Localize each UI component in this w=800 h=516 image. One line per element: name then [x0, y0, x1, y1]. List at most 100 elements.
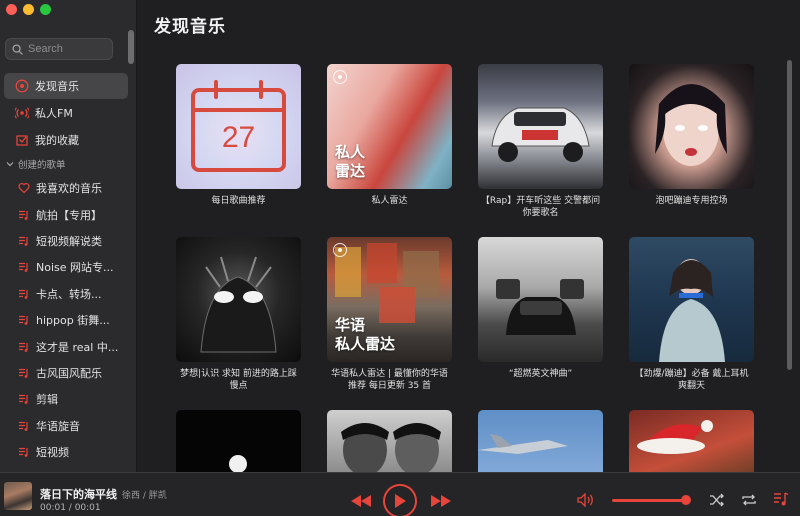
playlist-card[interactable] — [629, 410, 754, 472]
sidebar-scrollbar[interactable] — [128, 30, 134, 64]
sidebar-item-label: 发现音乐 — [35, 80, 79, 93]
minimize-window-button[interactable] — [23, 4, 34, 15]
radar-badge-icon — [333, 243, 347, 257]
playlist-item[interactable]: hippop 街舞... — [4, 307, 128, 333]
playlist-card[interactable]: “超燃英文神曲” — [478, 237, 603, 380]
playlist-card[interactable]: 梦想|认识 求知 前进的路上踩慢点 — [176, 237, 301, 392]
playlist-card-radar[interactable]: 私人 雷达 私人雷达 — [327, 64, 452, 207]
sidebar: 发现音乐 私人FM 我的收藏 创建的歌单 我喜欢的音乐 航拍【专用】 — [0, 0, 137, 472]
cover-image[interactable]: 27 — [176, 64, 301, 189]
shuffle-button[interactable] — [708, 491, 726, 509]
cover-image[interactable] — [629, 64, 754, 189]
previous-button[interactable] — [350, 491, 372, 511]
cover-image[interactable] — [629, 410, 754, 472]
play-button[interactable] — [383, 484, 417, 516]
search-input[interactable] — [28, 43, 108, 55]
sidebar-item-label: 私人FM — [35, 107, 73, 120]
playlist-label: 航拍【专用】 — [36, 208, 102, 222]
sidebar-nav: 发现音乐 私人FM 我的收藏 创建的歌单 我喜欢的音乐 航拍【专用】 短视频解说… — [4, 73, 128, 465]
sidebar-item-private-fm[interactable]: 私人FM — [4, 100, 128, 126]
cover-image[interactable] — [176, 237, 301, 362]
next-button[interactable] — [430, 491, 452, 511]
suv-illustration — [496, 279, 584, 335]
close-window-button[interactable] — [6, 4, 17, 15]
volume-slider-track[interactable] — [612, 499, 686, 502]
cover-image[interactable] — [478, 237, 603, 362]
playlist-label: 华语旋音 — [36, 419, 80, 433]
card-caption: 【Rap】开车听这些 交警都问你要歌名 — [480, 196, 601, 218]
playlist-card-chinese-radar[interactable]: 华语 私人雷达 华语私人雷达 | 最懂你的华语推荐 每日更新 35 首 — [327, 237, 452, 392]
cover-image[interactable] — [478, 64, 603, 189]
playlist-card[interactable]: 【Rap】开车听这些 交警都问你要歌名 — [478, 64, 603, 219]
playlist-icon — [18, 235, 30, 247]
section-title: 创建的歌单 — [18, 160, 66, 171]
cover-text: 华语 私人雷达 — [335, 316, 395, 354]
playlist-item[interactable]: 航拍【专用】 — [4, 201, 128, 227]
playlist-queue-icon — [774, 492, 789, 506]
playlist-card[interactable] — [327, 410, 452, 472]
cover-text-line: 华语 — [335, 316, 366, 334]
radio-icon — [15, 106, 29, 120]
playlist-card[interactable] — [176, 410, 301, 472]
card-caption: 每日歌曲推荐 — [211, 196, 266, 206]
card-caption: 泡吧蹦迪专用控场 — [655, 196, 728, 206]
album-art[interactable] — [4, 482, 32, 510]
search-box[interactable] — [5, 38, 113, 60]
zoom-window-button[interactable] — [40, 4, 51, 15]
cover-text: 私人 雷达 — [335, 143, 365, 181]
cover-image[interactable]: 私人 雷达 — [327, 64, 452, 189]
playlist-item[interactable]: 短视频 — [4, 439, 128, 465]
card-caption: “超燃英文神曲” — [508, 369, 573, 379]
card-caption: 私人雷达 — [371, 196, 408, 206]
jet-illustration — [478, 434, 568, 454]
sidebar-item-discover[interactable]: 发现音乐 — [4, 73, 128, 99]
playlist-card-daily[interactable]: 27 每日歌曲推荐 — [176, 64, 301, 207]
playlists-section-header[interactable]: 创建的歌单 — [4, 155, 128, 173]
volume-button[interactable] — [576, 490, 596, 510]
card-caption: 华语私人雷达 | 最懂你的华语推荐 每日更新 35 首 — [331, 369, 448, 391]
playlist-icon — [18, 288, 30, 300]
playlist-card[interactable]: 泡吧蹦迪专用控场 — [629, 64, 754, 207]
playlist-label: Noise 网站专... — [36, 261, 114, 275]
playlist-icon — [18, 446, 30, 458]
playlist-item[interactable]: 剪辑 — [4, 386, 128, 412]
main-content: 发现音乐 27 每日歌曲推荐 私人 雷达 私人雷达 【Rap】开车听这些 交警都… — [138, 0, 800, 472]
collection-icon — [15, 133, 29, 147]
playlist-item[interactable]: 古风国风配乐 — [4, 360, 128, 386]
playlist-item[interactable]: 短视频解说类 — [4, 228, 128, 254]
playlist-item[interactable]: 这才是 real 中... — [4, 333, 128, 359]
song-artist[interactable]: 徐西 / 胖凯 — [122, 488, 167, 501]
portrait-illustration — [655, 84, 727, 166]
playlist-label: 我喜欢的音乐 — [36, 182, 102, 196]
playlist-item[interactable]: 卡点、转场... — [4, 281, 128, 307]
playlist-item-liked[interactable]: 我喜欢的音乐 — [4, 175, 128, 201]
volume-slider-handle[interactable] — [681, 495, 691, 505]
playlist-item[interactable]: 华语旋音 — [4, 413, 128, 439]
cover-image[interactable] — [327, 410, 452, 472]
playlist-label: 古风国风配乐 — [36, 366, 102, 380]
sidebar-item-collection[interactable]: 我的收藏 — [4, 127, 128, 153]
playlist-label: 短视频解说类 — [36, 234, 102, 248]
cover-image[interactable] — [176, 410, 301, 472]
chevron-down-icon — [6, 162, 14, 167]
playlist-card[interactable] — [478, 410, 603, 472]
faces-illustration — [341, 423, 441, 472]
next-icon — [431, 495, 451, 507]
playlist-icon — [18, 209, 30, 221]
radar-badge-icon — [333, 70, 347, 84]
playlist-label: 短视频 — [36, 446, 69, 460]
cover-image[interactable] — [478, 410, 603, 472]
playlist-label: 卡点、转场... — [36, 287, 102, 301]
playlist-item[interactable]: Noise 网站专... — [4, 254, 128, 280]
car-illustration — [491, 107, 590, 162]
playlist-card[interactable]: 【劲爆/蹦迪】必备 戴上耳机爽翻天 — [629, 237, 754, 392]
repeat-button[interactable] — [740, 491, 758, 509]
playlist-icon — [18, 367, 30, 379]
playlist-queue-button[interactable] — [772, 490, 790, 508]
cover-image[interactable] — [629, 237, 754, 362]
cover-text-line: 私人雷达 — [335, 335, 396, 353]
song-title[interactable]: 落日下的海平线 — [40, 486, 117, 502]
cover-image[interactable]: 华语 私人雷达 — [327, 237, 452, 362]
main-scrollbar[interactable] — [787, 60, 792, 370]
card-caption: 【劲爆/蹦迪】必备 戴上耳机爽翻天 — [634, 369, 749, 391]
